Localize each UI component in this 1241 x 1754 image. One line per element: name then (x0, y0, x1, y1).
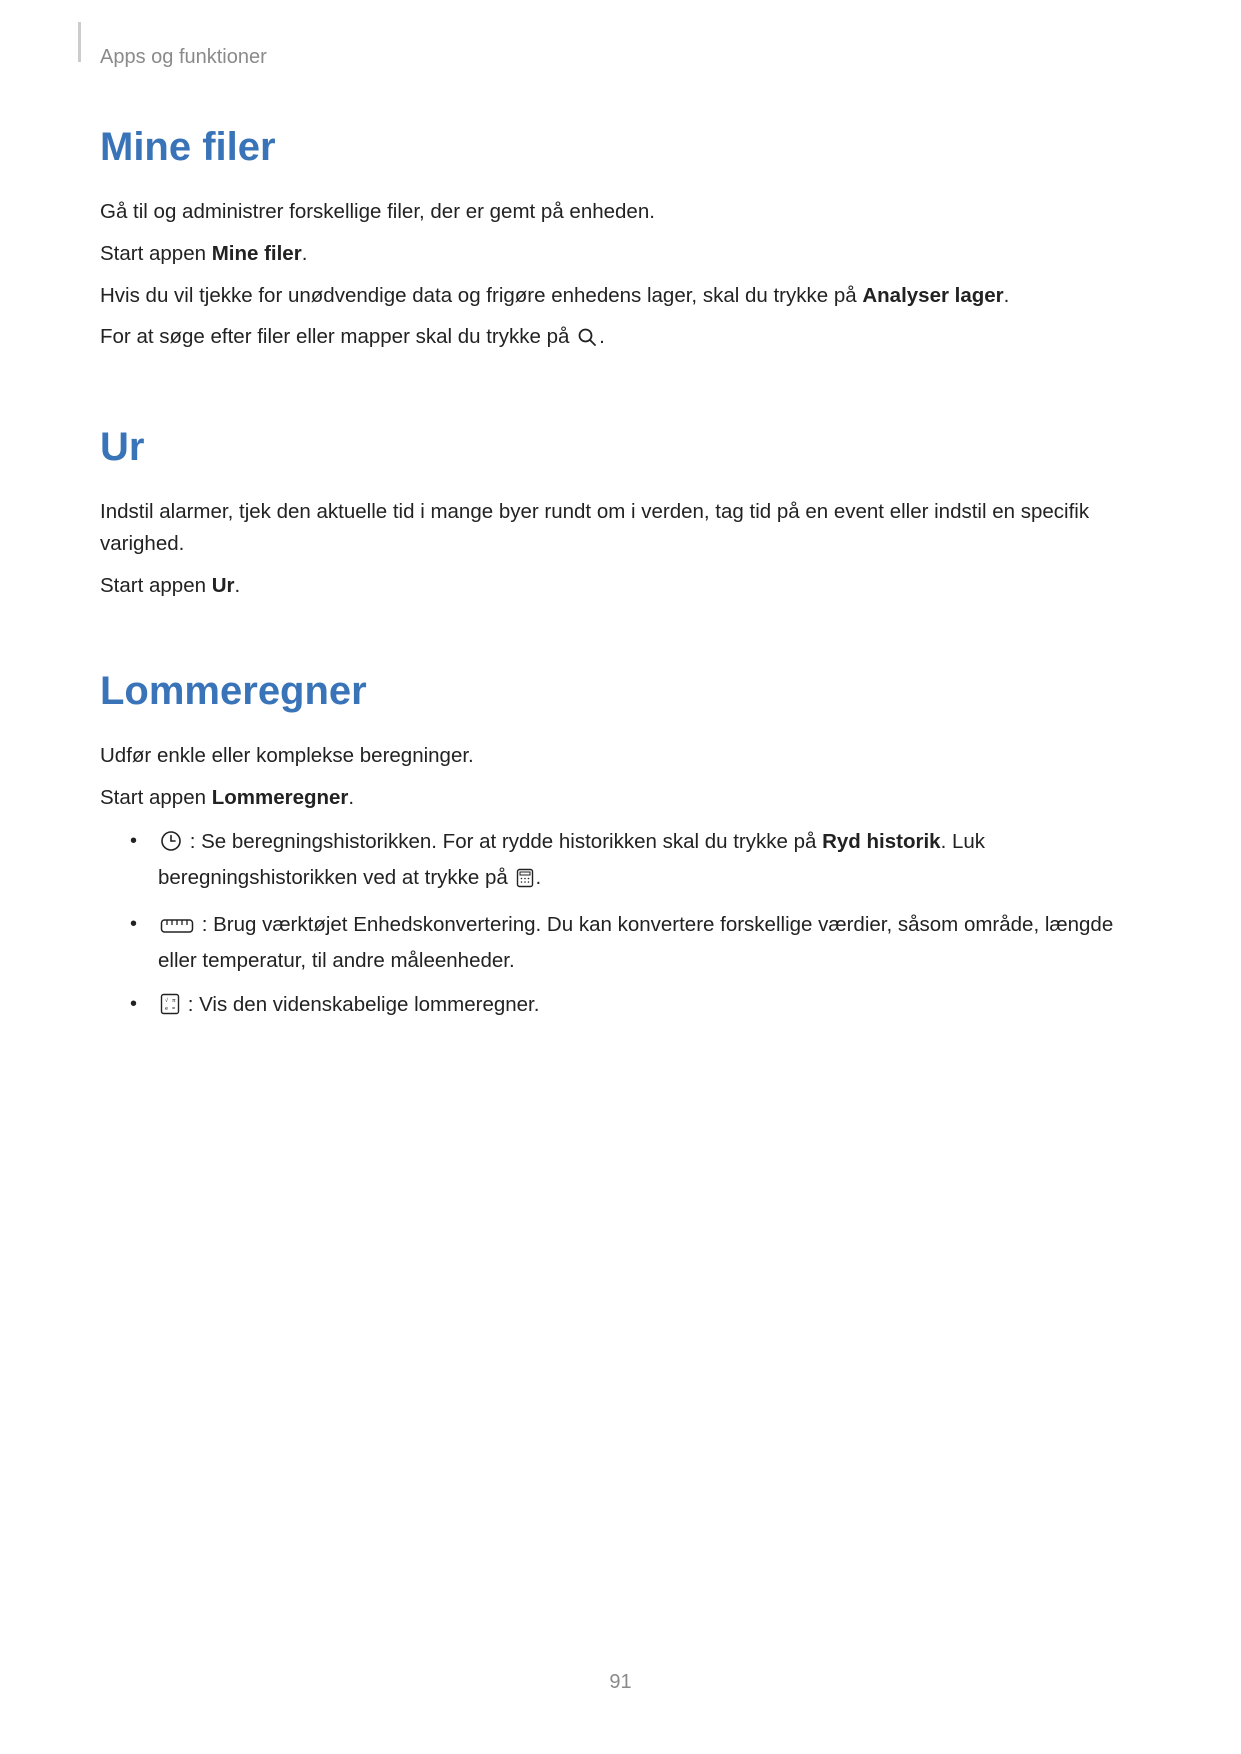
text: . (302, 242, 308, 265)
heading-lommeregner: Lommeregner (100, 669, 1141, 714)
svg-text:π: π (172, 998, 176, 1004)
text: . (1004, 284, 1010, 307)
mine-filer-p1: Gå til og administrer forskellige filer,… (100, 196, 1141, 228)
text: For at søge efter filer eller mapper ska… (100, 325, 575, 348)
lommeregner-bullets: : Se beregningshistorikken. For at rydde… (130, 826, 1141, 1025)
page-number: 91 (0, 1671, 1241, 1694)
scientific-calc-icon: √πe = (160, 993, 180, 1025)
text: : Se beregningshistorikken. For at rydde… (184, 830, 822, 853)
lommeregner-p1: Udfør enkle eller komplekse beregninger. (100, 740, 1141, 772)
text: Start appen (100, 786, 212, 809)
clock-icon (160, 830, 182, 862)
svg-text:√: √ (165, 997, 169, 1004)
bold-text: Ur (212, 574, 235, 597)
ur-p2: Start appen Ur. (100, 570, 1141, 602)
text: . (235, 574, 241, 597)
header-rule (78, 22, 81, 62)
ruler-icon (160, 913, 194, 945)
keypad-icon (516, 866, 534, 898)
heading-mine-filer: Mine filer (100, 125, 1141, 170)
breadcrumb: Apps og funktioner (100, 46, 1141, 69)
text: . (536, 866, 542, 889)
svg-text:e: e (165, 1006, 168, 1012)
bold-text: Analyser lager (862, 284, 1003, 307)
text: Hvis du vil tjekke for unødvendige data … (100, 284, 862, 307)
bold-text: Ryd historik (822, 830, 940, 853)
bold-text: Mine filer (212, 242, 302, 265)
bold-text: Lommeregner (212, 786, 349, 809)
mine-filer-p3: Hvis du vil tjekke for unødvendige data … (100, 280, 1141, 312)
text: . (348, 786, 354, 809)
list-item: √πe = : Vis den videnskabelige lommeregne… (130, 989, 1141, 1025)
text: . (599, 325, 605, 348)
text: Start appen (100, 574, 212, 597)
lommeregner-p2: Start appen Lommeregner. (100, 782, 1141, 814)
text: Start appen (100, 242, 212, 265)
list-item: : Se beregningshistorikken. For at rydde… (130, 826, 1141, 898)
mine-filer-p2: Start appen Mine filer. (100, 238, 1141, 270)
list-item: : Brug værktøjet Enhedskonvertering. Du … (130, 909, 1141, 977)
text: : Brug værktøjet Enhedskonvertering. Du … (158, 913, 1113, 972)
text: : Vis den videnskabelige lommeregner. (182, 993, 539, 1016)
ur-p1: Indstil alarmer, tjek den aktuelle tid i… (100, 496, 1141, 560)
svg-text:=: = (172, 1006, 175, 1012)
page-content: Apps og funktioner Mine filer Gå til og … (0, 0, 1241, 1025)
heading-ur: Ur (100, 425, 1141, 470)
mine-filer-p4: For at søge efter filer eller mapper ska… (100, 321, 1141, 357)
search-icon (577, 325, 597, 357)
